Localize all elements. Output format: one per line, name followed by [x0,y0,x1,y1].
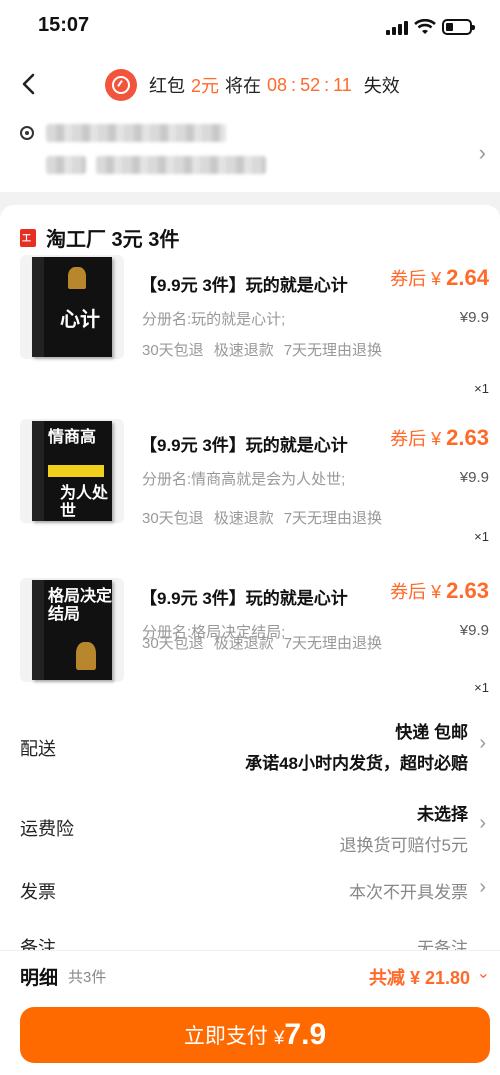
product-image[interactable]: 情商高 为人处世 [20,419,124,523]
insurance-hint: 退换货可赔付5元 [339,836,468,855]
rp-expire-label: 失效 [363,76,400,96]
insurance-label: 运费险 [20,819,74,839]
item-original-price: ¥9.9 [459,622,489,639]
product-image[interactable]: 格局决定结局 [20,578,124,682]
item-services: 30天包退 极速退款 7天无理由退换 [142,510,383,527]
book-cover: 情商高 为人处世 [32,421,112,521]
rp-label: 红包 [149,76,185,96]
order-item[interactable]: 格局决定结局 【9.9元 3件】玩的就是心计 券后 ¥ 2.63 分册名:格局决… [0,560,500,720]
item-services: 30天包退 极速退款 7天无理由退换 [142,635,383,652]
battery-icon [442,19,475,35]
delivery-row[interactable]: 配送 快递 包邮 承诺48小时内发货，超时必赔 › [0,710,500,778]
delivery-promise: 承诺48小时内发货，超时必赔 [245,754,468,773]
summary-label: 明细 [20,968,59,989]
chevron-right-icon: › [478,140,486,165]
pay-label: 立即支付 [183,1025,268,1048]
cellular-signal-icon [386,19,408,35]
shipping-insurance-row[interactable]: 运费险 未选择 退换货可赔付5元 › [0,790,500,858]
back-button[interactable] [14,68,46,100]
red-packet-timer-icon [105,69,137,101]
rp-mid: 将在 [225,76,262,96]
item-variant: 分册名:情商高就是会为人处世; [142,471,346,488]
invoice-row[interactable]: 发票 本次不开具发票 › [0,872,500,912]
shop-card: 淘工厂 3元 3件 心计 【9.9元 3件】玩的就是心计 券后 ¥ 2.64 分… [0,205,500,710]
countdown-seconds: 11 [333,74,352,95]
item-title[interactable]: 【9.9元 3件】玩的就是心计 [140,271,348,296]
countdown-minutes: 52 [300,74,321,95]
remark-row[interactable]: 备注 无备注 [0,930,500,950]
status-icons [386,17,475,35]
product-image[interactable]: 心计 [20,255,124,359]
pay-currency: ¥ [273,1028,285,1049]
book-cover: 心计 [32,257,112,357]
item-title[interactable]: 【9.9元 3件】玩的就是心计 [140,584,348,609]
chevron-right-icon: › [479,732,486,754]
item-variant: 分册名:玩的就是心计; [142,311,286,328]
item-original-price: ¥9.9 [459,469,489,486]
back-arrow-icon [22,73,35,95]
order-summary[interactable]: 明细 共3件 共减 ¥ 21.80 ⌄ [0,950,500,1000]
red-packet-countdown: 红包 2元 将在 08: 52: 11 失效 [105,68,400,102]
summary-count: 共3件 [68,969,107,986]
countdown-hours: 08 [267,74,288,95]
insurance-value: 未选择 [417,805,468,824]
pay-amount: 7.9 [284,1018,327,1051]
double-chevron-down-icon: ⌄ [476,965,490,982]
item-title[interactable]: 【9.9元 3件】玩的就是心计 [140,431,348,456]
book-cover: 格局决定结局 [32,580,112,680]
item-coupon-price: 券后 ¥ 2.63 [390,578,489,603]
order-item[interactable]: 心计 【9.9元 3件】玩的就是心计 券后 ¥ 2.64 分册名:玩的就是心计;… [0,247,500,407]
invoice-label: 发票 [20,882,56,902]
address-name-blurred [46,124,226,142]
chevron-right-icon: › [479,812,486,834]
item-services: 30天包退 极速退款 7天无理由退换 [142,342,383,359]
status-time: 15:07 [38,14,90,36]
order-options: 配送 快递 包邮 承诺48小时内发货，超时必赔 › 运费险 未选择 退换货可赔付… [0,710,500,950]
address-detail-blurred-2 [96,156,266,174]
wifi-icon [414,19,436,34]
delivery-label: 配送 [20,739,56,759]
remark-value: 无备注 [417,939,468,950]
address-detail-blurred [46,156,86,174]
chevron-right-icon: › [479,876,486,898]
shop-logo-icon [20,228,36,247]
delivery-method: 快递 包邮 [395,723,468,742]
status-bar: 15:07 [0,0,500,52]
rp-amount: 2元 [191,76,220,96]
item-quantity: ×1 [474,529,489,544]
remark-label: 备注 [20,938,56,950]
order-item[interactable]: 情商高 为人处世 【9.9元 3件】玩的就是心计 券后 ¥ 2.63 分册名:情… [0,407,500,567]
item-coupon-price: 券后 ¥ 2.63 [390,425,489,450]
pay-now-button[interactable]: 立即支付 ¥7.9 [20,1007,490,1063]
location-icon [20,126,34,140]
summary-discount: 共减 ¥ 21.80 [368,968,470,988]
item-coupon-price: 券后 ¥ 2.64 [390,265,489,290]
invoice-value: 本次不开具发票 [349,883,468,902]
item-original-price: ¥9.9 [459,309,489,326]
pay-bar: 立即支付 ¥7.9 [0,1000,500,1075]
item-quantity: ×1 [474,680,489,695]
address-section[interactable]: › [0,116,500,192]
nav-bar: 红包 2元 将在 08: 52: 11 失效 [0,52,500,116]
item-quantity: ×1 [474,381,489,396]
